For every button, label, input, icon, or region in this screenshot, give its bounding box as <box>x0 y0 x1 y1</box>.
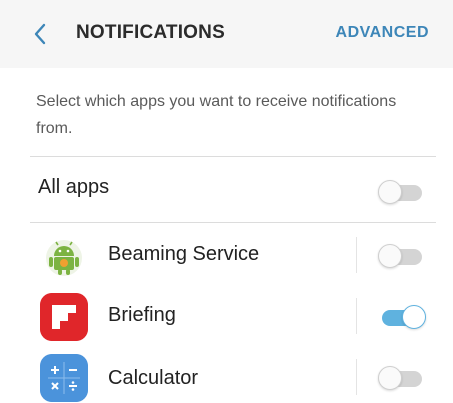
briefing-toggle[interactable] <box>378 305 426 329</box>
notifications-screen: NOTIFICATIONS ADVANCED Select which apps… <box>0 0 453 403</box>
vertical-separator <box>356 359 357 395</box>
description-text: Select which apps you want to receive no… <box>36 93 397 137</box>
toggle-thumb <box>378 366 402 390</box>
chevron-left-icon <box>34 23 46 45</box>
toggle-thumb <box>378 244 402 268</box>
app-label: Calculator <box>108 367 199 389</box>
divider <box>30 222 436 223</box>
calculator-icon <box>40 354 88 402</box>
beaming-service-toggle[interactable] <box>378 244 426 268</box>
android-icon <box>40 232 88 280</box>
toggle-thumb <box>378 180 402 204</box>
vertical-separator <box>356 298 357 334</box>
app-label: Beaming Service <box>108 243 260 265</box>
flipboard-icon <box>40 293 88 341</box>
app-bar: NOTIFICATIONS ADVANCED <box>0 0 453 68</box>
all-apps-label: All apps <box>38 176 110 198</box>
advanced-button[interactable]: ADVANCED <box>336 24 429 42</box>
app-label: Briefing <box>108 304 176 326</box>
divider <box>30 156 436 157</box>
back-button[interactable] <box>28 20 52 48</box>
toggle-thumb <box>402 305 426 329</box>
all-apps-toggle[interactable] <box>378 180 426 204</box>
vertical-separator <box>356 237 357 273</box>
page-title: NOTIFICATIONS <box>76 22 225 43</box>
calculator-toggle[interactable] <box>378 366 426 390</box>
